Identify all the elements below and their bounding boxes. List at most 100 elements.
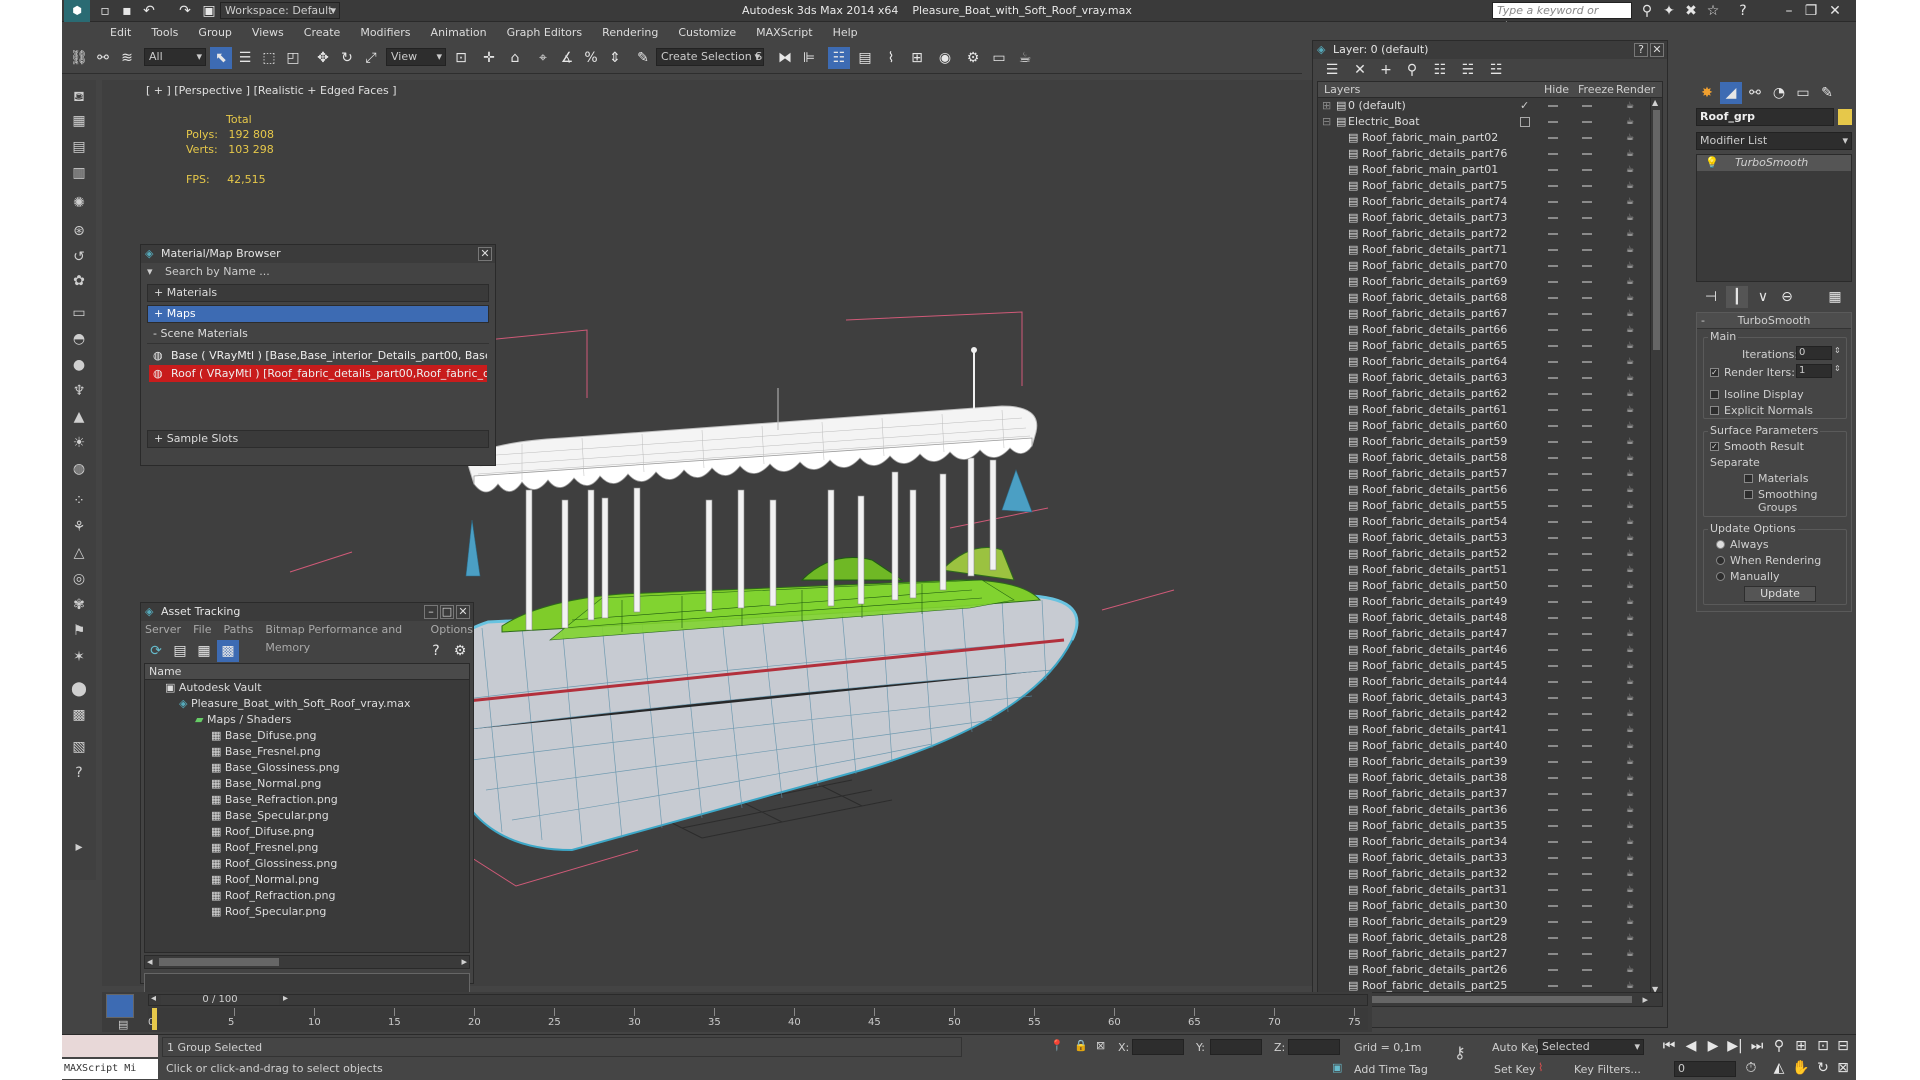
field-of-view-icon[interactable]: ◭ — [1768, 1057, 1790, 1079]
freeze-toggle[interactable] — [1582, 617, 1592, 619]
settings-icon[interactable]: ⚙ — [449, 640, 471, 662]
freeze-toggle[interactable] — [1582, 729, 1592, 731]
close-icon[interactable]: ✕ — [478, 247, 492, 261]
render-teapot-icon[interactable]: ☕ — [1626, 166, 1636, 175]
binoculars-icon[interactable]: ⚲ — [1636, 0, 1658, 22]
asset-map-item[interactable]: ▦ Base_Fresnel.png — [145, 744, 469, 760]
render-teapot-icon[interactable]: ☕ — [1626, 630, 1636, 639]
freeze-toggle[interactable] — [1582, 985, 1592, 987]
key-filters-button[interactable]: Key Filters... — [1574, 1063, 1641, 1076]
render-teapot-icon[interactable]: ☕ — [1626, 198, 1636, 207]
hair-icon[interactable]: ♆ — [68, 380, 90, 402]
freeze-toggle[interactable] — [1582, 121, 1592, 123]
layer-object-row[interactable]: ▤ Roof_fabric_details_part53 ☕ — [1318, 530, 1662, 546]
layer-object-row[interactable]: ▤ Roof_fabric_details_part59 ☕ — [1318, 434, 1662, 450]
hide-toggle[interactable] — [1548, 921, 1558, 923]
hide-toggle[interactable] — [1548, 969, 1558, 971]
render-teapot-icon[interactable]: ☕ — [1626, 758, 1636, 767]
render-teapot-icon[interactable]: ☕ — [1626, 230, 1636, 239]
box-icon[interactable]: ▦ — [68, 110, 90, 132]
spinner-snap-icon[interactable]: ⇕ — [604, 47, 626, 69]
render-teapot-icon[interactable]: ☕ — [1626, 454, 1636, 463]
menu-modifiers[interactable]: Modifiers — [350, 26, 420, 39]
freeze-toggle[interactable] — [1582, 281, 1592, 283]
cloth-icon[interactable]: ⚘ — [68, 516, 90, 538]
layer-object-row[interactable]: ▤ Roof_fabric_details_part34 ☕ — [1318, 834, 1662, 850]
freeze-toggle[interactable] — [1582, 937, 1592, 939]
time-cursor[interactable] — [152, 1008, 157, 1030]
timeline-mini-view[interactable] — [106, 994, 134, 1018]
scene-materials-rollout[interactable]: - Scene Materials — [147, 326, 489, 344]
hide-toggle[interactable] — [1548, 505, 1558, 507]
freeze-toggle[interactable] — [1582, 313, 1592, 315]
freeze-toggle[interactable] — [1582, 953, 1592, 955]
layer-object-row[interactable]: ▤ Roof_fabric_details_part36 ☕ — [1318, 802, 1662, 818]
render-teapot-icon[interactable]: ☕ — [1626, 822, 1636, 831]
hide-toggle[interactable] — [1548, 937, 1558, 939]
hide-toggle[interactable] — [1548, 713, 1558, 715]
freeze-toggle[interactable] — [1582, 777, 1592, 779]
freeze-toggle[interactable] — [1582, 905, 1592, 907]
layer-object-row[interactable]: ▤ Roof_fabric_details_part52 ☕ — [1318, 546, 1662, 562]
render-teapot-icon[interactable]: ☕ — [1626, 694, 1636, 703]
pyramid-icon[interactable]: △ — [68, 542, 90, 564]
hide-toggle[interactable] — [1548, 153, 1558, 155]
render-teapot-icon[interactable]: ☕ — [1626, 326, 1636, 335]
make-unique-icon[interactable]: ∨ — [1752, 286, 1774, 308]
keyboard-shortcut-icon[interactable]: ⌂ — [504, 47, 526, 69]
zoom-extents-icon[interactable]: ⊡ — [1812, 1035, 1834, 1057]
help-search-input[interactable]: Type a keyword or phrase — [1492, 2, 1632, 32]
render-teapot-icon[interactable]: ☕ — [1626, 726, 1636, 735]
material-search-bar[interactable]: ▾ Search by Name ... — [145, 265, 491, 281]
save-icon[interactable]: ▪ — [116, 0, 138, 22]
asset-map-item[interactable]: ▦ Roof_Difuse.png — [145, 824, 469, 840]
dynamics-icon[interactable]: ✿ — [68, 270, 90, 292]
create-tab-icon[interactable]: ✸ — [1696, 82, 1718, 104]
rotate-icon[interactable]: ↻ — [336, 47, 358, 69]
freeze-toggle[interactable] — [1582, 841, 1592, 843]
track-bar-icon[interactable]: ▤ — [118, 1018, 128, 1031]
freeze-toggle[interactable] — [1582, 217, 1592, 219]
render-setup-icon[interactable]: ⚙ — [962, 47, 984, 69]
freeze-toggle[interactable] — [1582, 153, 1592, 155]
set-key-button[interactable]: Set Key — [1494, 1063, 1536, 1076]
menu-graph-editors[interactable]: Graph Editors — [497, 26, 593, 39]
asset-map-item[interactable]: ▦ Roof_Fresnel.png — [145, 840, 469, 856]
layer-object-row[interactable]: ▤ Roof_fabric_details_part67 ☕ — [1318, 306, 1662, 322]
menu-bitmap-performance[interactable]: Bitmap Performance and Memory — [265, 621, 418, 654]
hide-toggle[interactable] — [1548, 521, 1558, 523]
hide-toggle[interactable] — [1548, 601, 1558, 603]
render-teapot-icon[interactable]: ☕ — [1626, 582, 1636, 591]
curve-editor-icon[interactable]: ⌇ — [880, 47, 902, 69]
material-editor-icon[interactable]: ◉ — [934, 47, 956, 69]
hide-toggle[interactable] — [1548, 953, 1558, 955]
freeze-toggle[interactable] — [1582, 201, 1592, 203]
menu-group[interactable]: Group — [188, 26, 242, 39]
hide-toggle[interactable] — [1548, 169, 1558, 171]
link-icon[interactable]: ⛓ — [68, 47, 90, 69]
mirror-icon[interactable]: ⧓ — [774, 47, 796, 69]
render-teapot-icon[interactable]: ☕ — [1626, 646, 1636, 655]
render-teapot-icon[interactable]: ☕ — [1626, 774, 1636, 783]
close-icon[interactable]: ✕ — [456, 605, 470, 619]
layer-object-row[interactable]: ▤ Roof_fabric_details_part29 ☕ — [1318, 914, 1662, 930]
update-always-radio[interactable] — [1716, 540, 1725, 549]
scroll-up-icon[interactable]: ▲ — [1652, 98, 1658, 107]
layer-object-row[interactable]: ▤ Roof_fabric_details_part40 ☕ — [1318, 738, 1662, 754]
render-teapot-icon[interactable]: ☕ — [1626, 614, 1636, 623]
subscription-icon[interactable]: ✦ — [1658, 0, 1680, 22]
sample-slots-rollout[interactable]: + Sample Slots — [147, 430, 489, 448]
hide-toggle[interactable] — [1548, 761, 1558, 763]
freeze-toggle[interactable] — [1582, 697, 1592, 699]
hide-toggle[interactable] — [1548, 201, 1558, 203]
render-teapot-icon[interactable]: ☕ — [1626, 182, 1636, 191]
asset-path-field[interactable] — [144, 973, 470, 993]
viewport-label[interactable]: [ + ] [Perspective ] [Realistic + Edged … — [146, 84, 397, 97]
film-icon[interactable]: ▥ — [68, 162, 90, 184]
render-teapot-icon[interactable]: ☕ — [1626, 150, 1636, 159]
layer-object-row[interactable]: ▤ Roof_fabric_details_part74 ☕ — [1318, 194, 1662, 210]
render-teapot-icon[interactable]: ☕ — [1626, 806, 1636, 815]
asset-map-item[interactable]: ▦ Base_Refraction.png — [145, 792, 469, 808]
layer-object-row[interactable]: ▤ Roof_fabric_details_part55 ☕ — [1318, 498, 1662, 514]
separate-materials-checkbox[interactable] — [1744, 474, 1753, 483]
